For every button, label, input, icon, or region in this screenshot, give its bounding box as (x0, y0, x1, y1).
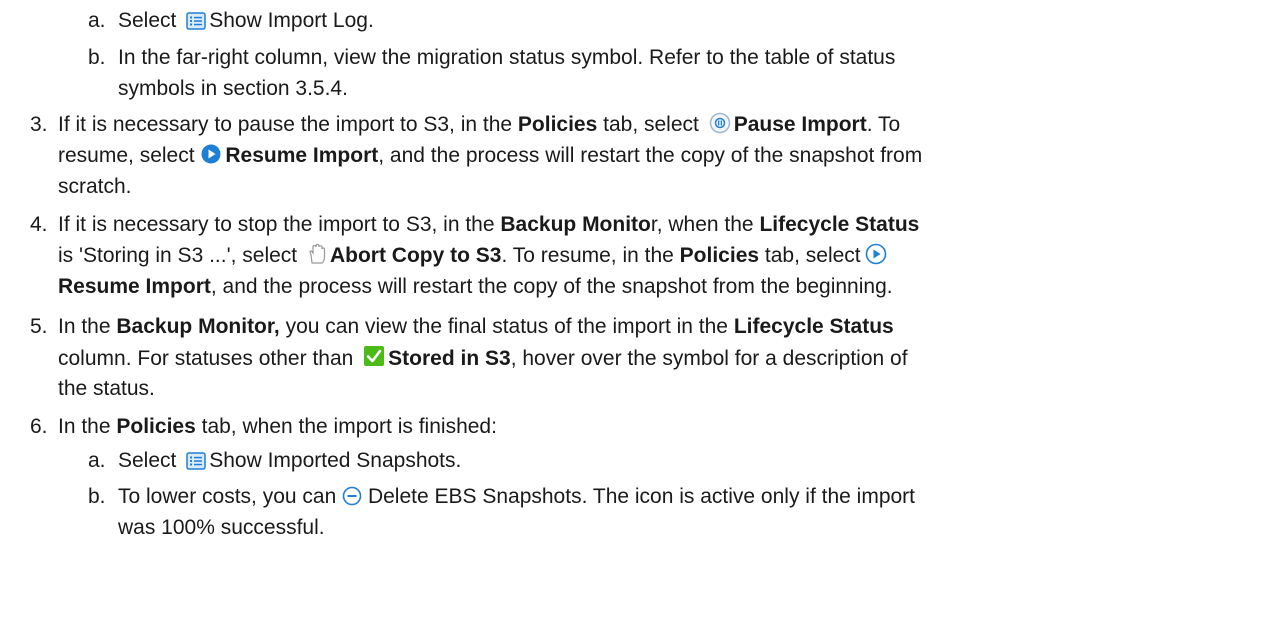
step-text: If it is necessary to pause the import t… (58, 113, 518, 136)
play-circle-icon (865, 243, 887, 265)
step-marker: a. (88, 449, 106, 472)
resume-import-label: Resume Import (225, 144, 379, 167)
instruction-document: a. Select Show Import Log. b. In the far… (0, 0, 1268, 635)
step-text: To lower costs, you can (118, 485, 343, 508)
step-4-line-1: If it is necessary to stop the import to… (58, 212, 919, 238)
step-4-line-2: is 'Storing in S3 ...', select Abort Cop… (58, 243, 890, 269)
step-text: r, when the (650, 213, 760, 236)
step-marker: 4. (30, 213, 48, 236)
step-text: is 'Storing in S3 ...', select (58, 244, 303, 267)
step-2a-line: Select Show Import Log. (118, 8, 374, 34)
abort-copy-label: Abort Copy to S3 (329, 244, 502, 267)
green-check-icon (363, 345, 385, 367)
step-marker: 5. (30, 315, 48, 338)
list-icon (186, 12, 206, 30)
step-6b-line-1: To lower costs, you can Delete EBS Snaps… (118, 484, 915, 510)
step-text: , hover over the symbol for a descriptio… (510, 347, 908, 370)
step-marker: 6. (30, 415, 48, 438)
policies-label: Policies (679, 244, 760, 267)
step-text: column. For statuses other than (58, 347, 360, 370)
step-text: In the (58, 415, 117, 438)
step-marker: b. (88, 485, 106, 508)
step-3-line-2: resume, select Resume Import, and the pr… (58, 143, 922, 169)
step-text: , and the process will restart the copy … (378, 144, 923, 167)
stored-in-s3-label: Stored in S3 (388, 347, 511, 370)
step-text: , and the process will restart the copy … (210, 275, 893, 298)
policies-label: Policies (517, 113, 598, 136)
pause-circle-icon (709, 112, 731, 134)
step-text: tab, when the import is finished: (195, 415, 497, 438)
step-text: you can view the final status of the imp… (279, 315, 734, 338)
step-text: . To resume, in the (501, 244, 680, 267)
step-5-line-3: the status. (58, 377, 155, 400)
step-text: resume, select (58, 144, 201, 167)
step-marker: b. (88, 46, 106, 69)
step-6b-line-2: was 100% successful. (118, 516, 325, 539)
play-circle-icon (200, 143, 222, 165)
lifecycle-status-label: Lifecycle Status (733, 315, 894, 338)
policies-label: Policies (116, 415, 196, 438)
step-text: Show Imported Snapshots. (209, 449, 462, 472)
step-text: Show Import Log. (209, 9, 374, 32)
step-3-line-3: scratch. (58, 175, 132, 198)
step-text: If it is necessary to stop the import to… (58, 213, 501, 236)
list-icon (186, 452, 206, 470)
backup-monitor-label: Backup Monitor, (116, 315, 280, 338)
step-text: In the (58, 315, 117, 338)
step-6-line-1: In the Policies tab, when the import is … (58, 414, 497, 440)
step-text: Select (118, 9, 183, 32)
step-5-line-1: In the Backup Monitor, you can view the … (58, 314, 894, 340)
step-text: . To (866, 113, 901, 136)
step-6a-line: Select Show Imported Snapshots. (118, 448, 461, 474)
hand-icon (307, 243, 327, 265)
step-text: tab, select (759, 244, 861, 267)
lifecycle-status-label: Lifecycle Status (759, 213, 920, 236)
resume-import-label: Resume Import (58, 275, 211, 298)
backup-monitor-label: Backup Monito (500, 213, 651, 236)
step-3-line-1: If it is necessary to pause the import t… (58, 112, 900, 138)
step-5-line-2: column. For statuses other than Stored i… (58, 345, 908, 372)
step-4-line-3: Resume Import, and the process will rest… (58, 274, 893, 300)
step-text: Select (118, 449, 183, 472)
pause-import-label: Pause Import (733, 113, 867, 136)
step-2b-line-2: symbols in section 3.5.4. (118, 77, 348, 100)
minus-circle-icon (342, 486, 362, 506)
step-marker: 3. (30, 113, 48, 136)
step-marker: a. (88, 9, 106, 32)
step-text: Delete EBS Snapshots. The icon is active… (362, 485, 915, 508)
step-2b-line-1: In the far-right column, view the migrat… (118, 46, 896, 69)
step-text: tab, select (597, 113, 705, 136)
